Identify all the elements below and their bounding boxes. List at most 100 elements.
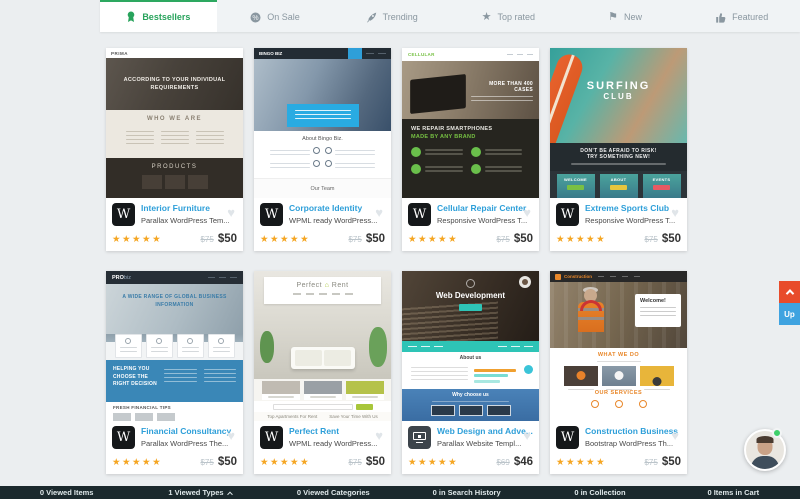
award-icon (126, 11, 136, 23)
rating-stars: ★★★★★ (112, 457, 200, 468)
product-info: W Corporate Identity WPML ready WordPres… (254, 198, 391, 251)
product-subtitle: Parallax WordPress Tem... (141, 216, 230, 225)
sofa-decor (291, 347, 355, 369)
tab-top-rated[interactable]: ★ Top rated (450, 0, 567, 32)
product-thumbnail[interactable]: CELLULAR MORE THAN 400 CASES WE REPAIR S… (402, 48, 539, 198)
favorite-icon[interactable]: ♥ (671, 206, 679, 219)
product-thumbnail[interactable]: SURFING CLUB DON'T BE AFRAID TO RISK! TR… (550, 48, 687, 198)
product-title[interactable]: Financial Consultancy (141, 426, 231, 436)
price: $50 (366, 233, 385, 245)
tab-bestsellers[interactable]: Bestsellers (100, 0, 217, 32)
product-subtitle: WPML ready WordPress... (289, 216, 377, 225)
thumb-brand: PRIMA (106, 48, 243, 58)
tab-trending[interactable]: Trending (333, 0, 450, 32)
rating-stars: ★★★★★ (408, 457, 496, 468)
service-icons (550, 400, 687, 408)
vendor-logo: W (556, 203, 579, 226)
thumb-section: Why choose us (402, 389, 539, 421)
tab-label: New (624, 12, 642, 22)
vendor-logo: W (112, 203, 135, 226)
product-title[interactable]: Web Design and Adve... (437, 426, 533, 436)
thumb-section: About Bingo Biz. (254, 131, 391, 178)
thumb-searchbar (254, 401, 391, 412)
thumb-hero: Welcome! (550, 282, 687, 348)
status-collection[interactable]: 0 in Collection (533, 488, 666, 497)
product-card: SURFING CLUB DON'T BE AFRAID TO RISK! TR… (550, 48, 687, 251)
product-info: W Perfect Rent WPML ready WordPress... ♥… (254, 421, 391, 474)
laptop-decor (402, 405, 539, 416)
product-title[interactable]: Interior Furniture (141, 203, 230, 213)
svg-text:%: % (253, 14, 259, 21)
price: $50 (218, 456, 237, 468)
status-search-history[interactable]: 0 in Search History (400, 488, 533, 497)
product-thumbnail[interactable]: PRObiz A WIDE RANGE OF GLOBAL BUSINESS I… (106, 271, 243, 421)
status-viewed-items[interactable]: 0 Viewed Items (0, 488, 133, 497)
fake-feature-cards (106, 334, 243, 360)
price: $50 (662, 233, 681, 245)
up-button[interactable]: Up (779, 303, 800, 325)
old-price: $75 (200, 235, 213, 244)
thumb-section: HELPING YOU CHOOSE THE RIGHT DECISION (106, 360, 243, 402)
thumb-section: DON'T BE AFRAID TO RISK! TRY SOMETHING N… (550, 143, 687, 171)
plant-decor (369, 327, 387, 367)
favorite-icon[interactable]: ♥ (671, 429, 679, 442)
status-viewed-categories[interactable]: 0 Viewed Categories (267, 488, 400, 497)
fake-photo-row (254, 379, 391, 401)
scroll-controls: Up (779, 281, 800, 325)
favorite-icon[interactable]: ♥ (523, 206, 531, 219)
old-price: $69 (496, 458, 509, 467)
status-viewed-types[interactable]: 1 Viewed Types (133, 488, 266, 497)
circle-decor (524, 365, 533, 374)
sale-icon: % (250, 12, 261, 23)
product-info: W Cellular Repair Center Responsive Word… (402, 198, 539, 251)
thumb-callout: Welcome! (635, 294, 681, 327)
avatar-hair (757, 436, 774, 443)
tab-label: On Sale (267, 12, 300, 22)
product-subtitle: Bootstrap WordPress Th... (585, 439, 678, 448)
favorite-icon[interactable]: ♥ (523, 429, 531, 442)
product-title[interactable]: Construction Business (585, 426, 678, 436)
thumb-brand: CELLULAR (402, 48, 539, 61)
product-card: PRObiz A WIDE RANGE OF GLOBAL BUSINESS I… (106, 271, 243, 474)
status-items-in-cart[interactable]: 0 Items in Cart (667, 488, 800, 497)
product-grid-decor (106, 175, 243, 189)
product-info: Web Design and Adve... Parallax Website … (402, 421, 539, 474)
price: $46 (514, 456, 533, 468)
old-price: $75 (348, 458, 361, 467)
star-icon: ★ (482, 12, 492, 23)
favorite-icon[interactable]: ♥ (375, 429, 383, 442)
product-thumbnail[interactable]: Construction Welcome! WHAT WE DO (550, 271, 687, 421)
tab-on-sale[interactable]: % On Sale (217, 0, 334, 32)
product-subtitle: Parallax Website Templ... (437, 439, 533, 448)
favorite-icon[interactable]: ♥ (227, 206, 235, 219)
product-title[interactable]: Extreme Sports Club (585, 203, 675, 213)
product-subtitle: Responsive WordPress T... (585, 216, 675, 225)
product-title[interactable]: Corporate Identity (289, 203, 377, 213)
avatar-body (751, 456, 779, 471)
price: $50 (218, 233, 237, 245)
product-thumbnail[interactable]: BINGO BIZ About Bingo Biz. Our Team (254, 48, 391, 198)
product-thumbnail[interactable]: Web Development About us Why choose us (402, 271, 539, 421)
favorite-icon[interactable]: ♥ (227, 429, 235, 442)
tab-new[interactable]: ⚑ New (567, 0, 684, 32)
rating-stars: ★★★★★ (112, 234, 200, 245)
fake-feature-grid (268, 147, 378, 168)
fake-text-columns (106, 128, 243, 144)
fake-feature-grid (411, 147, 530, 181)
product-title[interactable]: Cellular Repair Center (437, 203, 527, 213)
product-thumbnail[interactable]: PRIMA ACCORDING TO YOUR INDIVIDUAL REQUI… (106, 48, 243, 198)
thumb-hero: ACCORDING TO YOUR INDIVIDUAL REQUIREMENT… (106, 58, 243, 110)
tab-label: Featured (732, 12, 768, 22)
product-card: Web Development About us Why choose us (402, 271, 539, 474)
favorite-icon[interactable]: ♥ (375, 206, 383, 219)
house-icon: ⌂ (325, 282, 330, 289)
product-info: W Extreme Sports Club Responsive WordPre… (550, 198, 687, 251)
category-tabbar: Bestsellers % On Sale Trending ★ Top rat… (100, 0, 800, 32)
thumb-section: About us (402, 352, 539, 389)
tab-featured[interactable]: Featured (683, 0, 800, 32)
product-title[interactable]: Perfect Rent (289, 426, 377, 436)
tab-label: Bestsellers (142, 12, 190, 22)
scroll-top-button[interactable] (779, 281, 800, 303)
thumb-section: WHO WE ARE (106, 110, 243, 158)
product-thumbnail[interactable]: Perfect ⌂ Rent Top Apartments For Rent S… (254, 271, 391, 421)
